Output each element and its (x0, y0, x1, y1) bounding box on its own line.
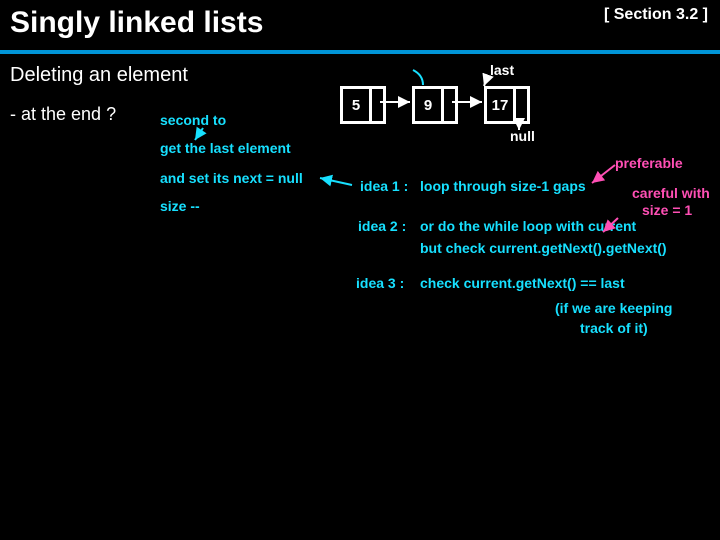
listnode-1: 5 (340, 86, 386, 124)
idea-3-label: idea 3 : (356, 275, 404, 291)
listnode-2-value: 9 (415, 89, 441, 121)
slide: Singly linked lists [ Section 3.2 ] Dele… (0, 0, 720, 540)
idea-1-text: loop through size-1 gaps (420, 178, 586, 194)
note-second-to: second to (160, 112, 226, 128)
idea-3-text: check current.getNext() == last (420, 275, 625, 291)
note-size-decrement: size -- (160, 198, 200, 214)
title-underline (0, 50, 720, 54)
listnode-3: 17 (484, 86, 530, 124)
idea-2-text-b: but check current.getNext().getNext() (420, 240, 667, 256)
slide-title: Singly linked lists (10, 6, 263, 40)
section-reference: [ Section 3.2 ] (604, 6, 708, 24)
content-subheading: - at the end ? (10, 104, 116, 125)
label-null: null (510, 128, 535, 144)
label-last: last (490, 62, 514, 78)
listnode-1-next (369, 89, 383, 121)
note-set-next-null: and set its next = null (160, 170, 303, 186)
idea-2-label: idea 2 : (358, 218, 406, 234)
listnode-3-next (513, 89, 527, 121)
note-careful-b: size = 1 (642, 202, 692, 218)
note-preferable: preferable (615, 155, 683, 171)
idea-1-label: idea 1 : (360, 178, 408, 194)
listnode-2-next (441, 89, 455, 121)
listnode-3-value: 17 (487, 89, 513, 121)
note-careful-a: careful with (632, 185, 710, 201)
note-track-of-it: track of it) (580, 320, 648, 336)
listnode-2: 9 (412, 86, 458, 124)
note-if-keeping: (if we are keeping (555, 300, 672, 316)
listnode-1-value: 5 (343, 89, 369, 121)
note-get-last: get the last element (160, 140, 291, 156)
content-heading: Deleting an element (10, 64, 188, 87)
idea-2-text-a: or do the while loop with current (420, 218, 636, 234)
